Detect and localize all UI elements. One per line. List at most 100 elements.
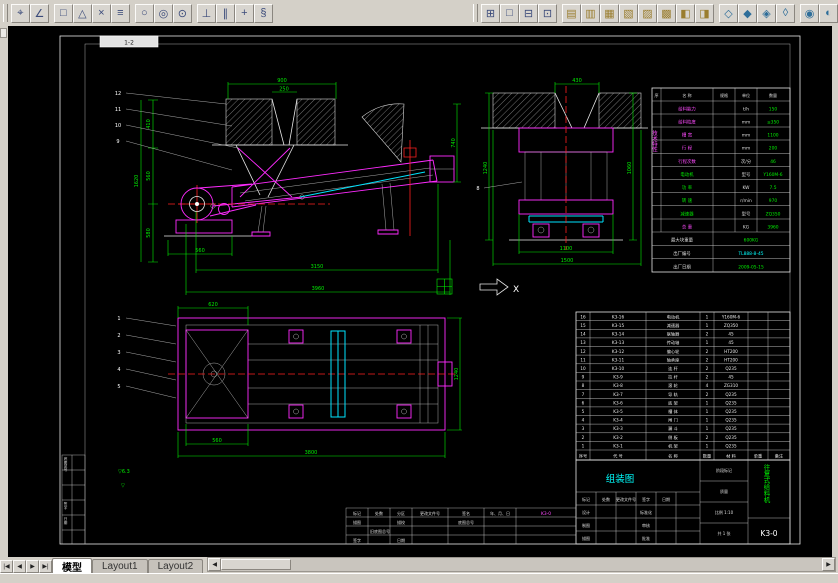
svg-text:16K3-16电动机1Y160M-6: 16 K3-16 电动机 1 Y160M-6	[580, 314, 740, 321]
svg-text:槽 宽mm1100: 槽 宽 mm 1100	[682, 132, 779, 139]
status-bar	[0, 573, 838, 583]
toolbar: ⌖ ∠ □ △ × ≡ ○ ◎ ⊙ ⊥ ∥ + § ⊞ □ ⊟ ⊡ ▤ ▥ ▦ …	[0, 0, 838, 27]
axis-x-label: X	[513, 285, 519, 295]
osnap-intersection-icon[interactable]: ×	[91, 3, 111, 23]
drawing-number: K3-0	[760, 529, 777, 538]
right-view-icon[interactable]: ▧	[619, 3, 638, 23]
toolbar-drag-handle-2[interactable]	[473, 4, 478, 22]
scrollbar-thumb[interactable]	[221, 559, 292, 570]
svg-text:3150: 3150	[311, 264, 324, 270]
svg-text:行 程mm200: 行 程 mm 200	[682, 145, 777, 152]
named-views-icon[interactable]: ⊞	[481, 3, 500, 23]
drawing-type: 组装图	[606, 473, 635, 485]
paper-space-icon[interactable]: ⊟	[519, 3, 538, 23]
svg-text:15K3-15减速器1ZQ350: 15 K3-15 减速器 1 ZQ350	[580, 322, 738, 329]
back-view-icon[interactable]: ▩	[657, 3, 676, 23]
camera-icon[interactable]: ◉	[800, 3, 819, 23]
product-name: 往复式给料机	[762, 463, 770, 505]
se-isometric-icon[interactable]: ◆	[738, 3, 757, 23]
svg-text:1: 1	[117, 316, 120, 322]
svg-text:比例 1:10: 比例 1:10	[715, 509, 734, 515]
svg-text:给料能力t/h150: 给料能力 t/h 150	[678, 106, 777, 113]
tab-nav-last[interactable]: ▶|	[39, 560, 52, 573]
svg-text:4: 4	[117, 367, 120, 373]
nw-isometric-icon[interactable]: ◊	[776, 3, 795, 23]
osnap-parallel-icon[interactable]: ∥	[215, 3, 235, 23]
plot-preview-icon[interactable]: □	[500, 3, 519, 23]
view-previous-icon[interactable]: ◧	[676, 3, 695, 23]
scroll-left-icon[interactable]: ◀	[208, 558, 222, 571]
svg-text:7K3-7导 轨2Q235: 7 K3-7 导 轨 2 Q235	[582, 391, 737, 398]
svg-text:共 1 张: 共 1 张	[717, 530, 730, 536]
top-view-icon[interactable]: ▤	[562, 3, 581, 23]
osnap-track-icon[interactable]: ⌖	[10, 3, 30, 23]
svg-text:签字日期: 签字 日期	[353, 537, 405, 543]
ne-isometric-icon[interactable]: ◈	[757, 3, 776, 23]
svg-text:标记处数更改文件号签字日期: 标记 处数 更改文件号 签字 日期	[582, 496, 670, 502]
svg-text:序: 序	[655, 92, 659, 98]
svg-text:410: 410	[146, 119, 152, 129]
svg-text:3960: 3960	[312, 286, 325, 292]
svg-text:11: 11	[115, 107, 121, 113]
svg-text:4K3-4闸 门1Q235: 4 K3-4 闸 门 1 Q235	[582, 417, 737, 424]
osnap-toolbar: ⌖ ∠ □ △ × ≡ ○ ◎ ⊙ ⊥ ∥ + §	[10, 3, 273, 23]
svg-text:1K3-1机 架1Q235: 1 K3-1 机 架 1 Q235	[582, 443, 737, 450]
svg-text:总 重KG3960: 总 重 KG 3960	[682, 224, 779, 231]
front-view-icon[interactable]: ▨	[638, 3, 657, 23]
svg-text:序号代 号名 称数量材 料单重备注: 序号代 号名 称数量材 料单重 备注	[579, 453, 784, 460]
svg-text:给料粒度mm≤350: 给料粒度 mm ≤350	[678, 119, 779, 126]
zone-label: 1-2	[124, 40, 134, 47]
svg-text:900: 900	[277, 78, 287, 84]
tab-model[interactable]: 模型	[52, 558, 92, 574]
osnap-quadrant-icon[interactable]: ◎	[153, 3, 173, 23]
osnap-from-icon[interactable]: ∠	[29, 3, 49, 23]
plan-view: 1 2 3 4 5 620 1240 560 3800	[117, 302, 462, 458]
tab-layout2[interactable]: Layout2	[147, 559, 204, 573]
svg-text:K3-0: K3-0	[541, 511, 551, 517]
svg-text:行程次数次/分46: 行程次数 次/分 46	[678, 158, 776, 165]
osnap-settings-icon[interactable]: §	[253, 3, 273, 23]
svg-text:1060: 1060	[627, 162, 633, 175]
toolbar-drag-handle[interactable]	[3, 4, 8, 22]
drawing-canvas[interactable]: 1-2 ▽6.3 ▽ 900 250 410 560 580 1620 740 …	[8, 26, 832, 557]
svg-text:8K3-8滚 轮4ZG310: 8 K3-8 滚 轮 4 ZG310	[582, 382, 739, 389]
svg-text:12: 12	[115, 91, 121, 97]
page-setup-icon[interactable]: ⊡	[538, 3, 557, 23]
svg-text:580: 580	[146, 228, 152, 238]
end-view: 430 1240 1060 1100 1500 8	[476, 78, 648, 266]
tab-nav-next[interactable]: ▶	[26, 560, 39, 573]
svg-text:250: 250	[279, 87, 289, 93]
osnap-endpoint-icon[interactable]: □	[53, 3, 73, 23]
svg-text:规格: 规格	[720, 92, 728, 98]
roughness-note: ▽6.3	[118, 469, 130, 475]
osnap-midpoint-icon[interactable]: △	[72, 3, 92, 23]
bom-table: 序号代 号名 称数量材 料单重 备注 16 K3-16 电动机 1 Y160M-6 15 K…	[575, 311, 791, 461]
scroll-right-icon[interactable]: ▶	[822, 558, 835, 571]
tab-layout1[interactable]: Layout1	[92, 559, 148, 573]
sw-isometric-icon[interactable]: ◇	[719, 3, 738, 23]
right-dock-strip	[832, 26, 838, 557]
osnap-center-icon[interactable]: ○	[134, 3, 154, 23]
horizontal-scrollbar[interactable]: ◀ ▶	[207, 557, 836, 572]
osnap-tangent-icon[interactable]: ⊙	[172, 3, 192, 23]
svg-text:1500: 1500	[561, 258, 574, 264]
osnap-perpendicular-icon[interactable]: ⊥	[196, 3, 216, 23]
svg-text:名 称: 名 称	[682, 92, 691, 98]
docked-toolbar-handle[interactable]	[0, 28, 7, 38]
svg-text:底图总号: 底图总号	[63, 456, 68, 472]
osnap-extension-icon[interactable]: ≡	[110, 3, 130, 23]
bottom-view-icon[interactable]: ▥	[581, 3, 600, 23]
tab-nav-prev[interactable]: ◀	[13, 560, 26, 573]
svg-text:10K3-10连 杆2Q235: 10 K3-10 连 杆 2 Q235	[580, 365, 737, 372]
orbit-icon[interactable]: ◐	[819, 3, 838, 23]
svg-text:减速器型号ZQ350: 减速器 型号 ZQ350	[680, 211, 780, 218]
left-view-icon[interactable]: ▦	[600, 3, 619, 23]
svg-text:出厂日期2009-05-15: 出厂日期 2009-05-15	[673, 264, 764, 271]
tab-nav-first[interactable]: |◀	[0, 560, 13, 573]
view-next-icon[interactable]: ◨	[695, 3, 714, 23]
svg-text:1620: 1620	[134, 175, 140, 188]
svg-text:13K3-13传动轴145: 13 K3-13 传动轴 1 45	[580, 339, 734, 346]
revision-table: 标记 处数 分区 更改文件号 签名 年、月、日 K3-0 描图 描校 底图总号 旧底图总号 签…	[345, 507, 577, 545]
osnap-node-icon[interactable]: +	[234, 3, 254, 23]
svg-text:430: 430	[572, 78, 582, 84]
